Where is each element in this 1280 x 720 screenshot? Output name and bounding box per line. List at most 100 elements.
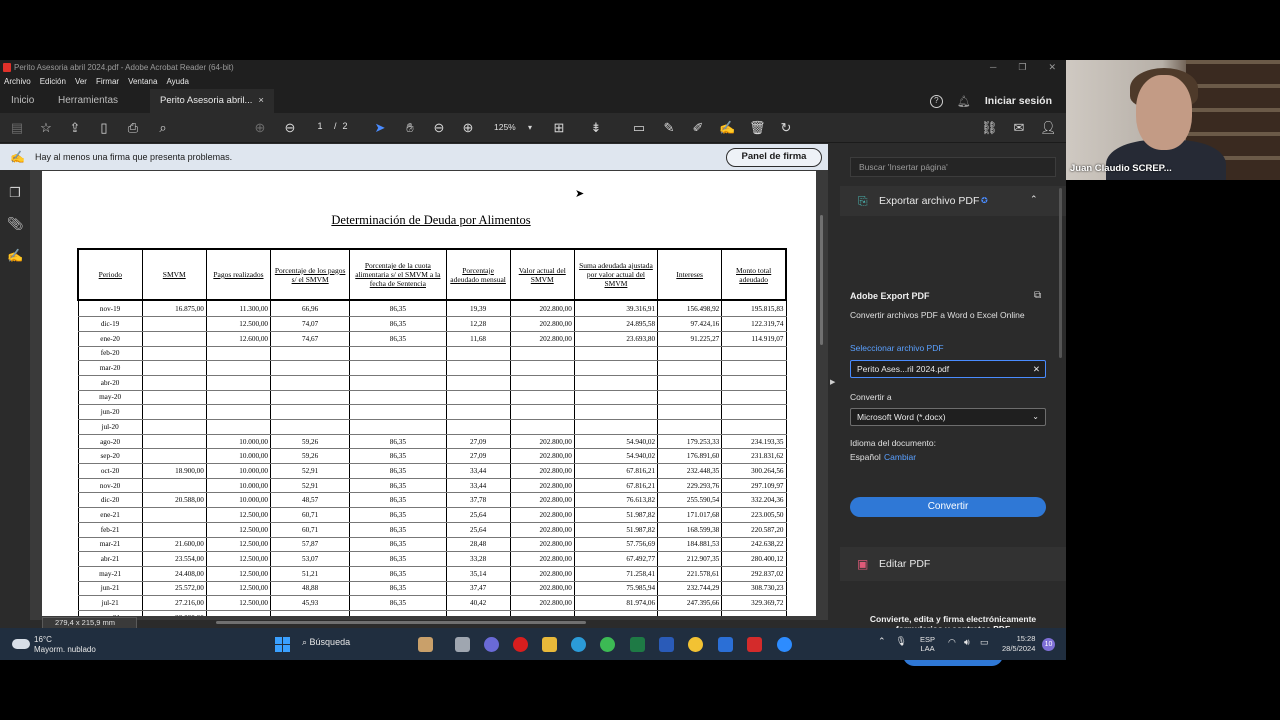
fit-page-icon[interactable]: ⊞ <box>551 120 567 136</box>
attachment-icon[interactable]: 📎︎ <box>7 216 24 232</box>
selected-file-field[interactable]: Perito Ases...ril 2024.pdf ✕ <box>850 360 1046 378</box>
taskbar-app-icon[interactable] <box>688 637 703 652</box>
table-cell <box>573 404 659 420</box>
taskbar-search[interactable]: ⌕ Búsqueda <box>302 637 350 648</box>
taskbar-explorer-icon[interactable] <box>542 637 557 652</box>
link-icon[interactable]: ⛓︎ <box>981 120 998 136</box>
page-current-input[interactable]: 1 <box>312 121 328 131</box>
taskbar-teams-icon[interactable] <box>484 637 499 652</box>
table-cell: 86,35 <box>349 478 447 494</box>
clock[interactable]: 15:28 28/5/2024 <box>1002 634 1035 654</box>
convert-button[interactable]: Convertir <box>850 497 1046 517</box>
tool-search-input[interactable]: Buscar 'Insertar página' <box>850 157 1056 177</box>
zoom-dropdown-icon[interactable]: ▾ <box>522 120 538 136</box>
menu-ayuda[interactable]: Ayuda <box>166 75 189 89</box>
star-icon[interactable]: ☆ <box>38 120 54 136</box>
menu-archivo[interactable]: Archivo <box>4 75 31 89</box>
wifi-icon[interactable]: ◠ <box>948 637 956 648</box>
left-rail: ❐ 📎︎ ✍ <box>0 170 30 660</box>
windows-start-icon[interactable] <box>275 637 290 652</box>
taskbar-zoom-icon[interactable] <box>777 637 792 652</box>
search-icon[interactable]: ⌕ <box>155 120 171 136</box>
edit-pdf-header[interactable]: ▣ Editar PDF <box>840 547 1066 581</box>
tab-herramientas[interactable]: Herramientas <box>58 89 118 113</box>
system-tray: ⌃ 🎙︎ <box>878 636 907 647</box>
menu-edicion[interactable]: Edición <box>40 75 66 89</box>
help-icon[interactable]: ? <box>929 94 943 108</box>
right-panel-toggle-icon[interactable]: ▶ <box>830 378 835 386</box>
taskbar-task-view-icon[interactable] <box>455 637 470 652</box>
tools-pane-scrollbar[interactable] <box>1059 188 1062 358</box>
page-down-icon[interactable]: ⊖ <box>282 120 298 136</box>
page-up-icon[interactable]: ⊕ <box>252 120 268 136</box>
menu-ventana[interactable]: Ventana <box>128 75 157 89</box>
hand-icon[interactable]: ✋︎ <box>402 120 418 136</box>
zoom-out-icon[interactable]: ⊖ <box>431 120 447 136</box>
taskbar-opera-icon[interactable] <box>513 637 528 652</box>
table-cell: 171.017,68 <box>657 507 723 523</box>
table-cell <box>141 316 207 332</box>
select-cursor-icon[interactable]: ➤ <box>372 120 388 136</box>
close-tab-icon[interactable]: × <box>258 95 264 106</box>
comment-icon[interactable]: ▭ <box>631 120 647 136</box>
volume-icon[interactable]: 🔊︎ <box>964 637 970 648</box>
battery-icon[interactable]: ▭ <box>980 637 989 648</box>
table-cell: 25,64 <box>445 522 511 538</box>
rotate-icon[interactable]: ↻ <box>778 120 794 136</box>
horizontal-scrollbar[interactable] <box>216 621 586 624</box>
close-window-icon[interactable]: ✕ <box>1048 60 1056 75</box>
save-icon[interactable]: ▤ <box>9 120 25 136</box>
minimize-icon[interactable]: ─ <box>990 60 996 75</box>
tab-inicio[interactable]: Inicio <box>11 89 34 113</box>
mail-icon[interactable]: ✉ <box>1011 120 1027 136</box>
draw-icon[interactable]: ✐ <box>690 120 706 136</box>
convert-format-select[interactable]: Microsoft Word (*.docx) ⌄ <box>850 408 1046 426</box>
signature-panel-icon[interactable]: ✍ <box>7 248 23 264</box>
table-cell <box>270 375 351 391</box>
table-cell: 202.800,00 <box>509 478 575 494</box>
chevron-up-icon[interactable]: ⌃ <box>1030 194 1038 205</box>
export-pdf-header[interactable]: ⎘ Exportar archivo PDF ✪ ⌃ <box>840 186 1066 216</box>
highlight-icon[interactable]: ✎ <box>661 120 677 136</box>
table-cell: 28,48 <box>445 537 511 553</box>
restore-icon[interactable]: ❐ <box>1018 60 1026 75</box>
language-indicator[interactable]: ESP LAA <box>920 635 935 653</box>
taskbar-word-icon[interactable] <box>659 637 674 652</box>
signin-button[interactable]: Iniciar sesión <box>985 95 1052 107</box>
taskbar-acrobat-icon[interactable] <box>747 637 762 652</box>
copy-icon[interactable]: ⧉ <box>1034 290 1041 301</box>
table-cell: 12.500,00 <box>205 551 272 567</box>
signature-panel-button[interactable]: Panel de firma <box>726 148 822 167</box>
vertical-scrollbar[interactable] <box>820 215 823 345</box>
taskbar-search-icon: ⌕ <box>302 637 310 647</box>
microphone-icon[interactable]: 🎙︎ <box>896 636 907 647</box>
taskbar-edge-icon[interactable] <box>571 637 586 652</box>
file-icon[interactable]: ▯ <box>96 120 112 136</box>
taskbar-app2-icon[interactable] <box>718 637 733 652</box>
share-user-icon[interactable]: 👤︎ <box>1040 120 1057 136</box>
menu-ver[interactable]: Ver <box>75 75 87 89</box>
zoom-in-icon[interactable]: ⊕ <box>460 120 476 136</box>
premium-badge-icon: ✪ <box>981 196 988 205</box>
delete-icon[interactable]: 🗑︎ <box>749 120 766 136</box>
document-viewport[interactable]: Determinación de Deuda por Alimentos Per… <box>30 170 828 620</box>
menu-firmar[interactable]: Firmar <box>96 75 119 89</box>
table-cell: 48,88 <box>270 581 351 597</box>
tray-chevron-icon[interactable]: ⌃ <box>878 636 886 647</box>
table-cell <box>445 390 511 406</box>
pages-icon[interactable]: ❐ <box>7 185 23 201</box>
upload-icon[interactable]: ⇪ <box>67 120 83 136</box>
print-icon[interactable]: ⎙ <box>125 120 141 136</box>
clear-file-icon[interactable]: ✕ <box>1033 361 1040 377</box>
table-cell <box>141 360 207 376</box>
fill-sign-icon[interactable]: ✍ <box>719 120 735 136</box>
zoom-level[interactable]: 125% <box>494 122 516 132</box>
notification-badge[interactable]: 10 <box>1042 638 1055 651</box>
taskbar-excel-icon[interactable] <box>630 637 645 652</box>
change-language-link[interactable]: Cambiar <box>884 452 916 462</box>
bell-icon[interactable]: 🔔︎ <box>957 95 971 108</box>
taskbar-app-widget-icon[interactable] <box>418 637 433 652</box>
scroll-mode-icon[interactable]: ⇟ <box>588 120 604 136</box>
taskbar-chrome-icon[interactable] <box>600 637 615 652</box>
tab-document[interactable]: Perito Asesoria abril... × <box>150 89 274 113</box>
